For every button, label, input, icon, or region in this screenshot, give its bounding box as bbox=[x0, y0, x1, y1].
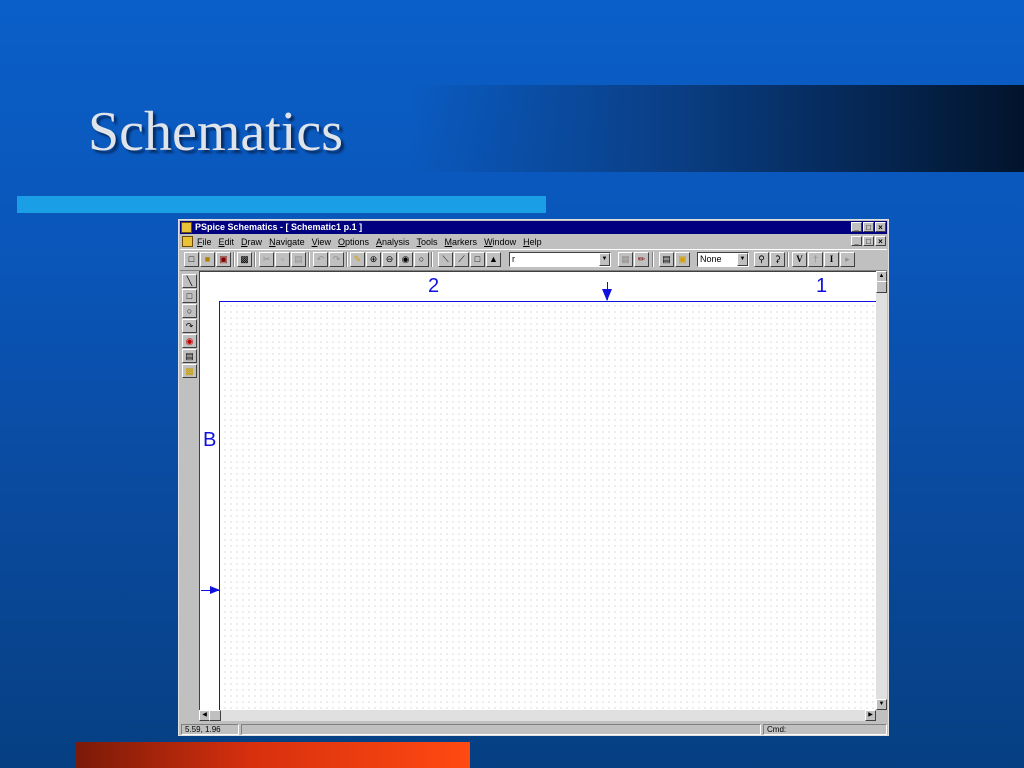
paste-icon[interactable]: ▤ bbox=[291, 252, 306, 267]
save-icon[interactable]: ▣ bbox=[216, 252, 231, 267]
zone-label-1: 1 bbox=[816, 275, 828, 297]
marker-combo[interactable]: None ▼ bbox=[697, 252, 749, 267]
toolbar-separator bbox=[346, 252, 348, 267]
scroll-thumb-horizontal[interactable] bbox=[209, 710, 221, 721]
zoom-fit-icon[interactable]: ○ bbox=[414, 252, 429, 267]
current-probe-icon[interactable]: ▸ bbox=[840, 252, 855, 267]
toolbar-separator bbox=[233, 252, 235, 267]
menu-analysis[interactable]: Analysis bbox=[376, 237, 410, 247]
vertical-scrollbar[interactable]: ▲ ▼ bbox=[876, 271, 887, 710]
copy-icon[interactable]: ▫ bbox=[275, 252, 290, 267]
voltage-display-button[interactable]: V bbox=[792, 252, 807, 267]
page-border-top bbox=[200, 272, 876, 302]
edit-symbol-icon[interactable]: ✏ bbox=[634, 252, 649, 267]
open-folder-icon[interactable]: ■ bbox=[200, 252, 215, 267]
part-name-value: r bbox=[512, 254, 515, 264]
scroll-down-icon[interactable]: ▼ bbox=[876, 699, 887, 710]
simulate-icon[interactable]: ▣ bbox=[675, 252, 690, 267]
zoom-in-icon[interactable]: ⊕ bbox=[366, 252, 381, 267]
window-titlebar[interactable]: PSpice Schematics - [ Schematic1 p.1 ] _… bbox=[180, 221, 887, 234]
menu-window[interactable]: Window bbox=[484, 237, 516, 247]
toolbar-separator bbox=[787, 252, 789, 267]
pspice-app-icon[interactable] bbox=[181, 222, 192, 233]
frame-line-top bbox=[219, 301, 876, 302]
marker-combo-value: None bbox=[700, 254, 722, 264]
cursor-coordinates: 5.59, 1.96 bbox=[181, 724, 239, 735]
draw-line-icon[interactable]: ╲ bbox=[182, 274, 197, 288]
menu-view[interactable]: View bbox=[312, 237, 331, 247]
menu-markers[interactable]: Markers bbox=[445, 237, 478, 247]
zone-label-2: 2 bbox=[428, 275, 440, 297]
current-display-button[interactable]: I bbox=[824, 252, 839, 267]
window-title: PSpice Schematics - [ Schematic1 p.1 ] bbox=[195, 222, 363, 232]
text-block-icon[interactable]: ▤ bbox=[182, 349, 197, 363]
zone-label-b: B bbox=[203, 429, 217, 451]
zoom-out-icon[interactable]: ⊖ bbox=[382, 252, 397, 267]
edit-attributes-icon[interactable]: ▦ bbox=[618, 252, 633, 267]
draw-bus-icon[interactable]: ⟋ bbox=[454, 252, 469, 267]
draw-palette: ╲ □ ○ ↷ ◉ ▤ ▩ bbox=[180, 273, 198, 379]
restore-button[interactable]: □ bbox=[863, 222, 874, 232]
insert-picture-icon[interactable]: ▩ bbox=[182, 364, 197, 378]
part-name-combo[interactable]: r ▼ bbox=[509, 252, 611, 267]
schematic-canvas[interactable]: 2 1 B bbox=[199, 271, 876, 710]
chevron-down-icon[interactable]: ▼ bbox=[599, 253, 610, 266]
accent-bar bbox=[17, 196, 546, 213]
print-icon[interactable]: ▩ bbox=[237, 252, 252, 267]
draw-block-icon[interactable]: □ bbox=[470, 252, 485, 267]
voltage-probe-icon[interactable]: † bbox=[808, 252, 823, 267]
undo-icon[interactable]: ↶ bbox=[313, 252, 328, 267]
status-bar: 5.59, 1.96 Cmd: bbox=[180, 723, 887, 735]
slide-title: Schematics bbox=[88, 101, 344, 163]
draw-circle-icon[interactable]: ○ bbox=[182, 304, 197, 318]
menu-bar: File Edit Draw Navigate View Options Ana… bbox=[180, 235, 887, 248]
menu-file[interactable]: File bbox=[197, 237, 212, 247]
draw-box-icon[interactable]: □ bbox=[182, 289, 197, 303]
new-file-icon[interactable]: □ bbox=[184, 252, 199, 267]
horizontal-scrollbar[interactable]: ◀ ▶ bbox=[199, 710, 876, 721]
setup-analysis-icon[interactable]: ▤ bbox=[659, 252, 674, 267]
toolbar: □ ■ ▣ ▩ ✂ ▫ ▤ ↶ ↷ ✎ ⊕ ⊖ ◉ ○ ⟍ ⟋ □ ▲ r ▼ … bbox=[180, 249, 887, 271]
menu-draw[interactable]: Draw bbox=[241, 237, 262, 247]
enable-bias-icon[interactable]: ⚲ bbox=[754, 252, 769, 267]
scroll-right-icon[interactable]: ▶ bbox=[865, 710, 876, 721]
center-mark-arrow-right bbox=[201, 586, 220, 594]
scroll-thumb-vertical[interactable] bbox=[876, 281, 887, 293]
page-border-left bbox=[200, 272, 220, 710]
close-button[interactable]: × bbox=[875, 222, 886, 232]
doc-restore-button[interactable]: □ bbox=[863, 236, 874, 246]
toolbar-separator bbox=[431, 252, 433, 267]
toolbar-separator bbox=[308, 252, 310, 267]
redo-icon[interactable]: ↷ bbox=[329, 252, 344, 267]
command-field: Cmd: bbox=[763, 724, 887, 735]
minimize-button[interactable]: _ bbox=[851, 222, 862, 232]
get-part-icon[interactable]: ▲ bbox=[486, 252, 501, 267]
menu-navigate[interactable]: Navigate bbox=[269, 237, 305, 247]
toolbar-separator bbox=[652, 252, 654, 267]
chevron-down-icon[interactable]: ▼ bbox=[737, 253, 748, 266]
draw-arc-icon[interactable]: ↷ bbox=[182, 319, 197, 333]
menu-edit[interactable]: Edit bbox=[219, 237, 235, 247]
zoom-area-icon[interactable]: ◉ bbox=[398, 252, 413, 267]
center-mark-arrow-down bbox=[602, 282, 612, 301]
menu-help[interactable]: Help bbox=[523, 237, 542, 247]
menu-tools[interactable]: Tools bbox=[417, 237, 438, 247]
menu-options[interactable]: Options bbox=[338, 237, 369, 247]
status-message bbox=[241, 724, 761, 735]
draw-polyline-icon[interactable]: ◉ bbox=[182, 334, 197, 348]
toolbar-separator bbox=[254, 252, 256, 267]
doc-close-button[interactable]: × bbox=[875, 236, 886, 246]
cut-icon[interactable]: ✂ bbox=[259, 252, 274, 267]
doc-minimize-button[interactable]: _ bbox=[851, 236, 862, 246]
show-bias-icon[interactable]: ⚳ bbox=[770, 252, 785, 267]
draw-wire-icon[interactable]: ⟍ bbox=[438, 252, 453, 267]
redraw-icon[interactable]: ✎ bbox=[350, 252, 365, 267]
bottom-accent-bar bbox=[76, 742, 470, 768]
document-icon[interactable] bbox=[182, 236, 193, 247]
pspice-window: PSpice Schematics - [ Schematic1 p.1 ] _… bbox=[178, 219, 889, 736]
frame-line-left bbox=[219, 301, 220, 710]
